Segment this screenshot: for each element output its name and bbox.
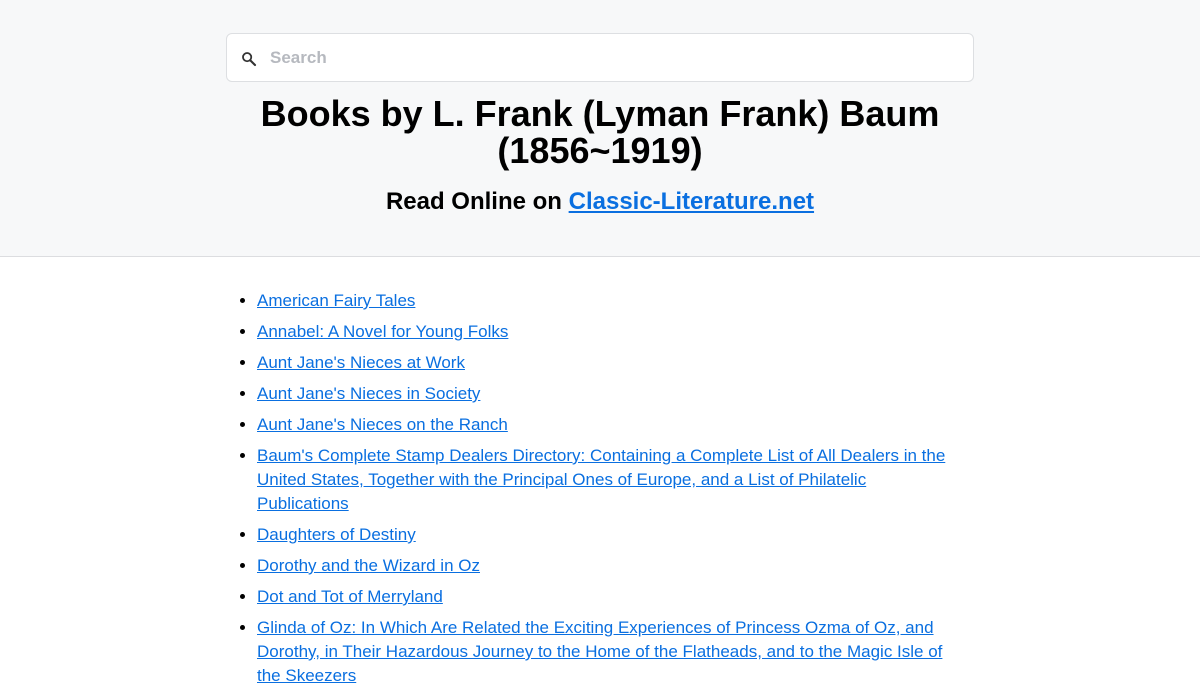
page-title: Books by L. Frank (Lyman Frank) Baum (18… xyxy=(260,93,940,171)
subtitle-prefix: Read Online on xyxy=(385,188,569,215)
page-subtitle: Read Online on Classic-Literature.net xyxy=(230,187,970,217)
book-link[interactable]: Annabel: A Novel for Young Folks xyxy=(257,322,508,341)
book-link[interactable]: Daughters of Destiny xyxy=(257,525,416,544)
list-item: American Fairy Tales xyxy=(257,289,957,313)
book-link[interactable]: American Fairy Tales xyxy=(257,291,415,310)
list-item: Aunt Jane's Nieces at Work xyxy=(257,351,957,375)
book-link[interactable]: Aunt Jane's Nieces in Society xyxy=(257,384,480,403)
book-link[interactable]: Aunt Jane's Nieces at Work xyxy=(257,353,465,372)
list-item: Annabel: A Novel for Young Folks xyxy=(257,320,957,344)
list-item: Baum's Complete Stamp Dealers Directory:… xyxy=(257,444,957,516)
search-box[interactable] xyxy=(226,33,974,82)
book-link[interactable]: Aunt Jane's Nieces on the Ranch xyxy=(257,415,508,434)
list-item: Aunt Jane's Nieces in Society xyxy=(257,382,957,406)
list-item: Dot and Tot of Merryland xyxy=(257,585,957,609)
book-link[interactable]: Dorothy and the Wizard in Oz xyxy=(257,556,480,575)
list-item: Daughters of Destiny xyxy=(257,523,957,547)
list-item: Dorothy and the Wizard in Oz xyxy=(257,554,957,578)
book-link[interactable]: Baum's Complete Stamp Dealers Directory:… xyxy=(257,446,945,513)
book-list: American Fairy Tales Annabel: A Novel fo… xyxy=(257,289,957,695)
book-link[interactable]: Dot and Tot of Merryland xyxy=(257,587,443,606)
list-item: Glinda of Oz: In Which Are Related the E… xyxy=(257,616,957,688)
search-icon xyxy=(242,52,257,67)
page-header: Books by L. Frank (Lyman Frank) Baum (18… xyxy=(0,0,1200,257)
site-link[interactable]: Classic-Literature.net xyxy=(569,188,814,215)
list-item: Aunt Jane's Nieces on the Ranch xyxy=(257,413,957,437)
book-link[interactable]: Glinda of Oz: In Which Are Related the E… xyxy=(257,618,942,685)
search-input[interactable] xyxy=(270,42,960,74)
